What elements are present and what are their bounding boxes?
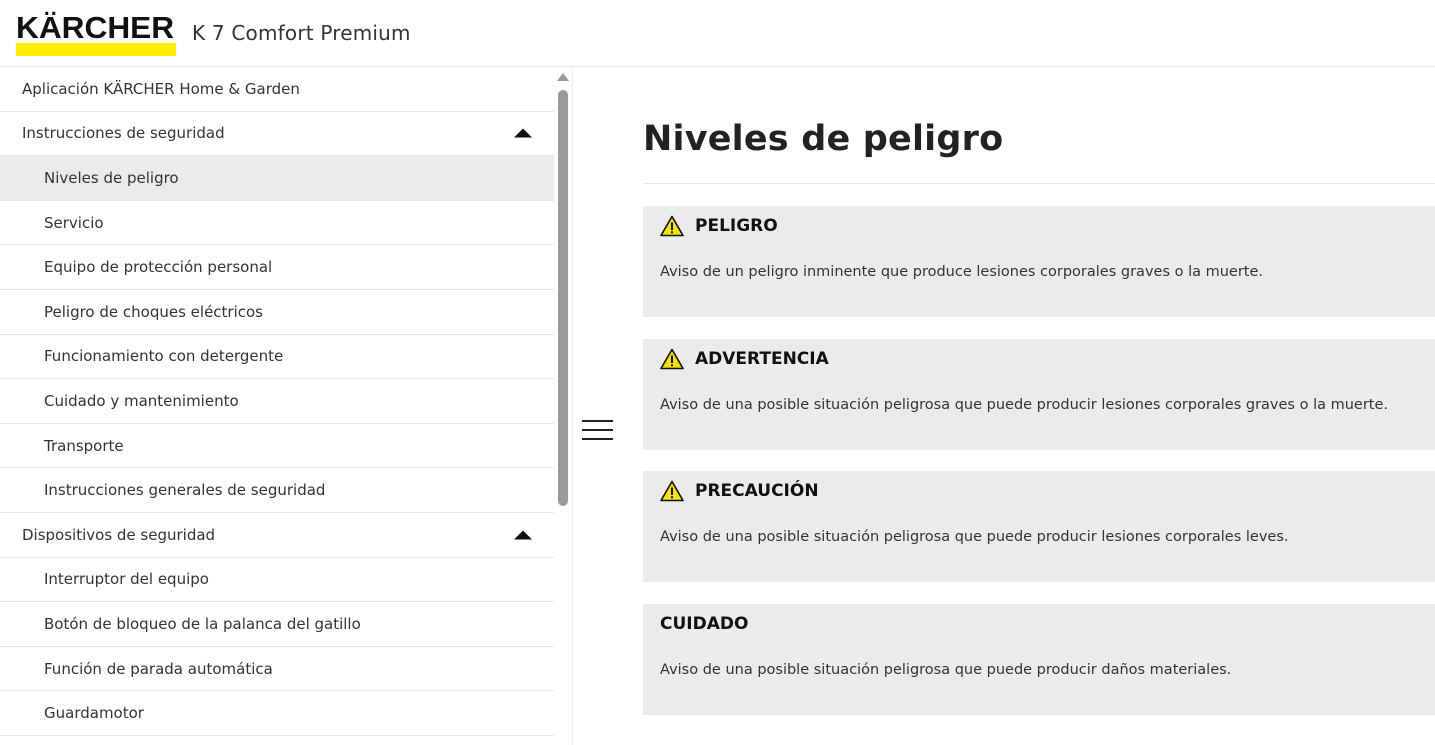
product-title: K 7 Comfort Premium <box>192 21 411 45</box>
sidebar-item-detergent-operation[interactable]: Funcionamiento con detergente <box>0 335 554 380</box>
sidebar-item-protective-equipment[interactable]: Equipo de protección personal <box>0 245 554 290</box>
scrollbar-thumb[interactable] <box>558 90 568 506</box>
menu-toggle-button[interactable] <box>582 420 614 442</box>
sidebar-item-care-maintenance[interactable]: Cuidado y mantenimiento <box>0 379 554 424</box>
caret-up-icon[interactable] <box>514 530 532 540</box>
sidebar-item-electric-shock[interactable]: Peligro de choques eléctricos <box>0 290 554 335</box>
page-title: Niveles de peligro <box>643 119 1004 159</box>
sidebar-item-home-garden-app[interactable]: Aplicación KÄRCHER Home & Garden <box>0 67 554 112</box>
sidebar-item-trigger-lock-button[interactable]: Botón de bloqueo de la palanca del gatil… <box>0 602 554 647</box>
sidebar-item-label: Transporte <box>44 436 124 455</box>
sidebar-item-transport[interactable]: Transporte <box>0 424 554 469</box>
sidebar-item-hazard-levels[interactable]: Niveles de peligro <box>0 156 554 201</box>
sidebar-item-motor-protection[interactable]: Guardamotor <box>0 691 554 736</box>
app-header: KÄRCHER K 7 Comfort Premium <box>0 0 1435 67</box>
notice-attention: CUIDADO Aviso de una posible situación p… <box>643 604 1435 715</box>
notice-label: CUIDADO <box>660 614 749 634</box>
notice-warning: ADVERTENCIA Aviso de una posible situaci… <box>643 339 1435 450</box>
notice-label: ADVERTENCIA <box>695 349 829 369</box>
sidebar-item-safety-instructions[interactable]: Instrucciones de seguridad <box>0 112 554 157</box>
notice-header: CUIDADO <box>660 613 748 635</box>
sidebar-item-label: Cuidado y mantenimiento <box>44 391 239 410</box>
sidebar-item-label: Niveles de peligro <box>44 168 179 187</box>
hamburger-icon-line <box>582 438 613 440</box>
notice-text: Aviso de una posible situación peligrosa… <box>660 529 1289 545</box>
notice-text: Aviso de una posible situación peligrosa… <box>660 662 1232 678</box>
sidebar-item-auto-stop[interactable]: Función de parada automática <box>0 647 554 692</box>
sidebar-item-label: Funcionamiento con detergente <box>44 347 284 366</box>
warning-icon <box>660 215 684 237</box>
title-divider <box>643 183 1435 184</box>
sidebar-nav: Aplicación KÄRCHER Home & Garden Instruc… <box>0 67 554 745</box>
hamburger-icon-line <box>582 429 613 431</box>
sidebar-item-service[interactable]: Servicio <box>0 201 554 246</box>
warning-icon <box>660 348 684 370</box>
hamburger-icon <box>582 420 613 422</box>
notice-caution: PRECAUCIÓN Aviso de una posible situació… <box>643 471 1435 582</box>
main-content: Niveles de peligro PELIGRO Aviso de un p… <box>643 67 1435 745</box>
sidebar-item-label: Botón de bloqueo de la palanca del gatil… <box>44 614 361 633</box>
notice-text: Aviso de una posible situación peligrosa… <box>660 397 1389 413</box>
logo-yellow-bar <box>16 43 176 56</box>
sidebar-item-safety-devices[interactable]: Dispositivos de seguridad <box>0 513 554 558</box>
sidebar-item-label: Instrucciones de seguridad <box>22 124 225 143</box>
notice-text: Aviso de un peligro inminente que produc… <box>660 264 1264 280</box>
sidebar-item-label: Guardamotor <box>44 704 144 723</box>
sidebar-item-label: Instrucciones generales de seguridad <box>44 481 326 500</box>
notice-header: PELIGRO <box>660 215 778 237</box>
sidebar-item-label: Interruptor del equipo <box>44 570 209 589</box>
sidebar-item-label: Peligro de choques eléctricos <box>44 302 263 321</box>
sidebar-item-general-safety[interactable]: Instrucciones generales de seguridad <box>0 468 554 513</box>
karcher-logo[interactable]: KÄRCHER <box>16 10 176 58</box>
caret-up-icon[interactable] <box>514 128 532 138</box>
notice-danger: PELIGRO Aviso de un peligro inminente qu… <box>643 206 1435 317</box>
sidebar-item-device-switch[interactable]: Interruptor del equipo <box>0 558 554 603</box>
notice-header: PRECAUCIÓN <box>660 480 819 502</box>
notice-label: PELIGRO <box>695 216 778 236</box>
sidebar-item-label: Dispositivos de seguridad <box>22 525 216 544</box>
warning-icon <box>660 480 684 502</box>
scroll-up-arrow-icon[interactable] <box>557 73 569 81</box>
notice-label: PRECAUCIÓN <box>695 481 819 501</box>
sidebar-item-label: Equipo de protección personal <box>44 258 273 277</box>
logo-wordmark: KÄRCHER <box>16 10 175 45</box>
sidebar-scrollbar[interactable] <box>554 67 573 745</box>
sidebar-item-label: Servicio <box>44 213 104 232</box>
sidebar-item-label: Función de parada automática <box>44 659 273 678</box>
notice-header: ADVERTENCIA <box>660 348 829 370</box>
sidebar-item-label: Aplicación KÄRCHER Home & Garden <box>22 79 300 98</box>
